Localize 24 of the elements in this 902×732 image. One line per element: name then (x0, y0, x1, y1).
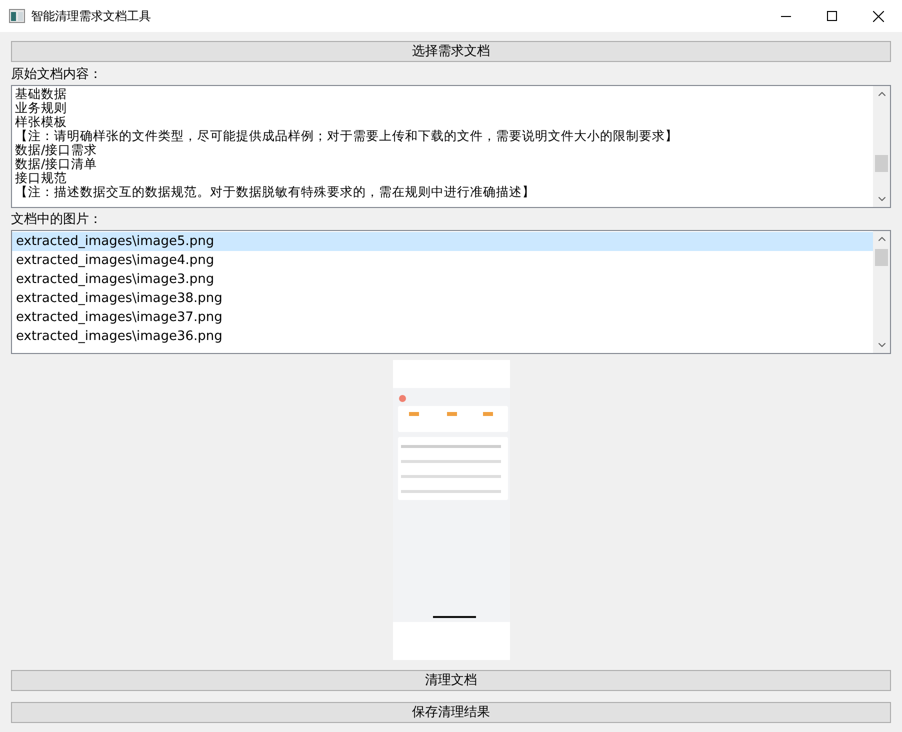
content-line: 业务规则 (15, 101, 67, 115)
content-line: 样张模板 (15, 115, 67, 129)
content-line: 数据/接口清单 (15, 157, 98, 171)
scrollbar[interactable] (873, 86, 890, 207)
content-line: 【注：请明确样张的文件类型，尽可能提供成品样例；对于需要上传和下载的文件，需要说明文件大小的限制要求】 (15, 129, 678, 143)
image-list[interactable]: extracted_images\image5.png extracted_images\image4.png extracted_images\image3.png extracted_images\image38.png extracted_images\image37.png extracted_images\image36.png (11, 230, 891, 354)
close-icon[interactable] (873, 10, 884, 22)
content-label: 原始文档内容： (11, 66, 102, 84)
scrollbar[interactable] (873, 231, 890, 353)
content-line: 【注：描述数据交互的数据规范。对于数据脱敏有特殊要求的，需在规则中进行准确描述】 (15, 185, 535, 199)
content-line: 接口规范 (15, 171, 67, 185)
content-line: 基础数据 (15, 87, 67, 101)
maximize-icon[interactable] (827, 11, 837, 21)
images-label: 文档中的图片： (11, 211, 102, 229)
scroll-thumb[interactable] (875, 155, 888, 172)
clean-document-button[interactable]: 清理文档 (11, 670, 891, 691)
save-result-button[interactable]: 保存清理结果 (11, 702, 891, 723)
window-title: 智能清理需求文档工具 (31, 8, 151, 25)
image-list-item[interactable]: extracted_images\image5.png (12, 232, 873, 251)
select-document-button[interactable]: 选择需求文档 (11, 41, 891, 62)
scroll-thumb[interactable] (875, 249, 888, 266)
app-icon (9, 9, 25, 23)
content-text-area[interactable]: 基础数据 业务规则 样张模板 【注：请明确样张的文件类型，尽可能提供成品样例；对于需要上传和下载的文件，需要说明文件大小的限制要求】 数据/接口需求 数据/接口清单 接口规范 【注：描述数据交互的数据规范。对于数据脱敏有特殊要求的，需在规则中进行准确描述】 (11, 85, 891, 208)
content-line: 数据/接口需求 (15, 143, 98, 157)
